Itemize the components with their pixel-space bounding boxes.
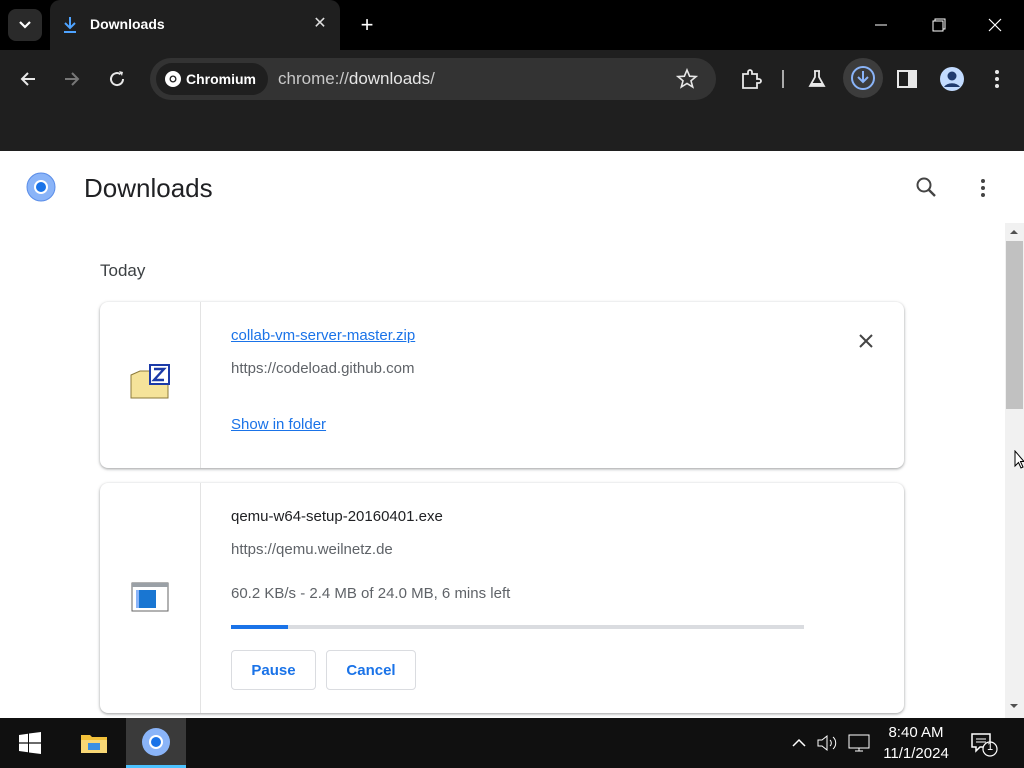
browser-toolbar: Chromium chrome://downloads/ bbox=[0, 50, 1024, 108]
download-progress-fill bbox=[231, 625, 289, 629]
arrow-left-icon bbox=[20, 72, 35, 86]
side-panel-button[interactable] bbox=[892, 64, 922, 94]
profile-button[interactable] bbox=[937, 64, 967, 94]
restore-button[interactable] bbox=[910, 0, 968, 50]
url-host: downloads bbox=[348, 69, 431, 88]
taskbar-file-explorer[interactable] bbox=[64, 718, 124, 768]
speaker-icon bbox=[817, 734, 837, 752]
taskbar-chromium[interactable] bbox=[126, 718, 186, 768]
date-section-header: Today bbox=[100, 261, 146, 280]
forward-button[interactable] bbox=[57, 64, 87, 94]
cancel-button[interactable]: Cancel bbox=[326, 650, 416, 690]
close-icon bbox=[988, 18, 1002, 32]
address-bar[interactable]: Chromium chrome://downloads/ bbox=[150, 58, 716, 100]
file-name-link[interactable]: collab-vm-server-master.zip bbox=[231, 327, 415, 344]
site-chip-label: Chromium bbox=[186, 71, 256, 87]
url-scheme: chrome:// bbox=[278, 69, 349, 88]
labs-button[interactable] bbox=[802, 64, 832, 94]
clock-date: 11/1/2024 bbox=[883, 745, 949, 762]
chromium-logo-icon bbox=[26, 172, 56, 202]
page-title: Downloads bbox=[84, 173, 213, 203]
star-icon[interactable] bbox=[676, 68, 698, 90]
downloads-button[interactable] bbox=[843, 58, 883, 98]
chevron-down-icon bbox=[19, 21, 31, 29]
download-progress-text: 60.2 KB/s - 2.4 MB of 24.0 MB, 6 mins le… bbox=[231, 585, 511, 602]
extensions-button[interactable] bbox=[736, 64, 766, 94]
download-item: collab-vm-server-master.zip https://code… bbox=[100, 302, 904, 468]
start-button[interactable] bbox=[0, 718, 60, 768]
scrollbar-thumb[interactable] bbox=[1006, 241, 1023, 409]
avatar-icon bbox=[940, 67, 964, 91]
reload-button[interactable] bbox=[102, 64, 132, 94]
url-text[interactable]: chrome://downloads/ bbox=[278, 69, 435, 89]
minimize-icon bbox=[875, 24, 887, 26]
tab-strip: Downloads ✕ + bbox=[0, 0, 1024, 50]
new-tab-button[interactable]: + bbox=[352, 10, 382, 40]
file-explorer-icon bbox=[81, 735, 107, 753]
back-button[interactable] bbox=[13, 64, 43, 94]
download-icon-column bbox=[100, 483, 201, 713]
network-icon bbox=[848, 734, 870, 752]
restore-icon bbox=[932, 18, 946, 32]
windows-taskbar: 8:40 AM 11/1/2024 1 bbox=[0, 718, 1024, 768]
volume-button[interactable] bbox=[816, 732, 840, 754]
side-panel-icon bbox=[897, 70, 917, 88]
download-item: qemu-w64-setup-20160401.exe https://qemu… bbox=[100, 483, 904, 713]
tab-downloads[interactable]: Downloads ✕ bbox=[50, 0, 340, 50]
flask-icon bbox=[808, 70, 826, 87]
tab-search-button[interactable] bbox=[8, 9, 42, 41]
kebab-menu-icon[interactable] bbox=[968, 173, 998, 203]
notification-count: 1 bbox=[986, 741, 994, 753]
show-in-folder-link[interactable]: Show in folder bbox=[231, 416, 326, 433]
scroll-up-arrow-icon[interactable] bbox=[1008, 227, 1020, 237]
toolbar-bottom-strip bbox=[0, 108, 1024, 151]
close-window-button[interactable] bbox=[966, 0, 1024, 50]
exe-file-icon bbox=[131, 582, 169, 612]
chromium-icon bbox=[142, 727, 170, 756]
chromium-logo-icon bbox=[165, 71, 181, 87]
tab-close-button[interactable]: ✕ bbox=[310, 14, 330, 34]
remove-download-icon[interactable] bbox=[854, 329, 878, 353]
kebab-menu-icon bbox=[995, 70, 999, 88]
pause-button[interactable]: Pause bbox=[231, 650, 316, 690]
puzzle-icon bbox=[742, 69, 762, 89]
windows-start-icon bbox=[19, 732, 41, 754]
mouse-cursor-icon bbox=[1014, 450, 1024, 469]
browser-menu-button[interactable] bbox=[982, 64, 1012, 94]
clock-time: 8:40 AM bbox=[888, 724, 944, 741]
file-source-url: https://qemu.weilnetz.de bbox=[231, 541, 393, 558]
file-source-url: https://codeload.github.com bbox=[231, 360, 415, 377]
url-path: / bbox=[430, 69, 435, 88]
file-name[interactable]: qemu-w64-setup-20160401.exe bbox=[231, 508, 443, 525]
downloads-page: Downloads Today collab-vm-server-master.… bbox=[0, 151, 1024, 718]
notification-center-button[interactable]: 1 bbox=[968, 728, 1000, 758]
zip-file-icon bbox=[130, 364, 170, 399]
scroll-down-arrow-icon[interactable] bbox=[1008, 701, 1020, 711]
notification-icon bbox=[971, 733, 998, 757]
download-icon bbox=[64, 17, 76, 33]
arrow-right-icon bbox=[65, 72, 80, 86]
tab-title: Downloads bbox=[90, 16, 165, 32]
download-progress-bar bbox=[231, 625, 804, 629]
tray-overflow-button[interactable] bbox=[787, 732, 811, 754]
download-icon-column bbox=[100, 302, 201, 468]
download-icon bbox=[851, 66, 875, 90]
taskbar-clock[interactable]: 8:40 AM 11/1/2024 bbox=[870, 722, 962, 764]
page-header: Downloads bbox=[0, 151, 1024, 223]
toolbar-separator bbox=[782, 70, 784, 88]
reload-icon bbox=[110, 71, 125, 87]
chevron-up-icon bbox=[792, 738, 806, 747]
search-icon[interactable] bbox=[912, 173, 942, 203]
minimize-button[interactable] bbox=[852, 0, 910, 50]
network-button[interactable] bbox=[847, 732, 871, 754]
